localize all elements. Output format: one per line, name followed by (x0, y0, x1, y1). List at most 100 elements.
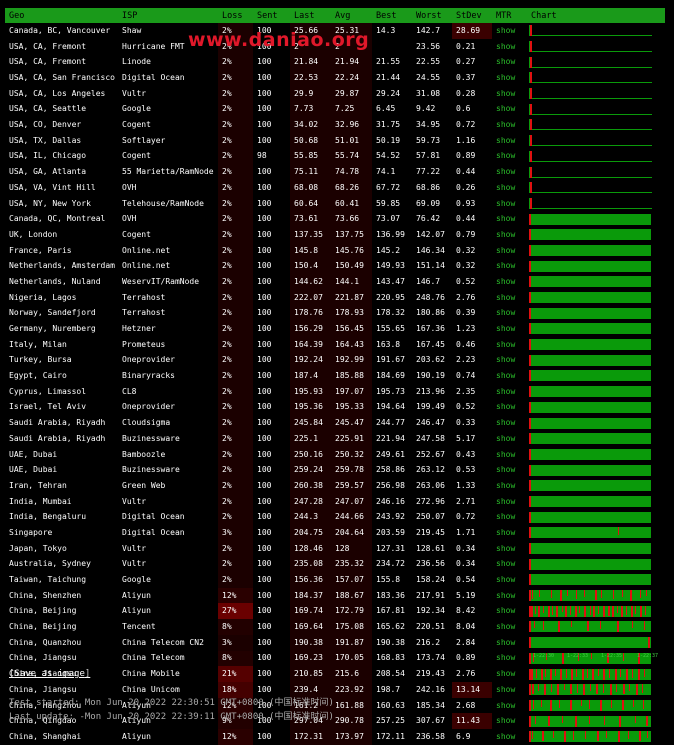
save-as-image-link[interactable]: [Save as image] (9, 669, 90, 679)
cell-mtr[interactable]: show (492, 70, 527, 86)
cell-mtr[interactable]: show (492, 541, 527, 557)
col-avg[interactable]: Avg (331, 8, 372, 23)
loss-marker (566, 668, 567, 678)
cell-best: 191.67 (376, 355, 405, 365)
cell-mtr[interactable]: show (492, 227, 527, 243)
cell-mtr[interactable]: show (492, 54, 527, 70)
cell-sent: 100 (257, 465, 272, 475)
cell-mtr[interactable]: show (492, 274, 527, 290)
cell-mtr[interactable]: show (492, 556, 527, 572)
cell-worst: 213.96 (416, 386, 445, 396)
cell-mtr[interactable]: show (492, 415, 527, 431)
cell-mtr[interactable]: show (492, 651, 527, 667)
table-row: UAE, Dubai Bamboozle 2% 100 250.16 250.32 249.… (5, 446, 665, 463)
loss-marker (613, 590, 614, 600)
col-geo[interactable]: Geo (5, 8, 118, 23)
cell-last: 225.1 (290, 430, 331, 447)
cell-mtr[interactable]: show (492, 572, 527, 588)
cell-stdev: 0.93 (456, 198, 476, 208)
cell-chart (527, 243, 665, 259)
cell-last: 260.38 (290, 477, 331, 494)
cell-mtr[interactable]: show (492, 509, 527, 525)
cell-mtr[interactable]: show (492, 290, 527, 306)
cell-mtr[interactable]: show (492, 164, 527, 180)
cell-chart (527, 211, 665, 227)
cell-mtr[interactable]: show (492, 243, 527, 259)
cell-loss: 2% (218, 38, 253, 55)
cell-mtr[interactable]: show (492, 635, 527, 651)
cell-mtr[interactable]: show (492, 321, 527, 337)
loss-marker (646, 590, 647, 597)
col-isp[interactable]: ISP (118, 8, 218, 23)
cell-mtr[interactable]: show (492, 211, 527, 227)
cell-geo: Turkey, Bursa (9, 355, 72, 365)
cell-geo: USA, CA, Los Angeles (9, 88, 106, 98)
cell-mtr[interactable]: show (492, 86, 527, 102)
cell-mtr[interactable]: show (492, 431, 527, 447)
cell-avg: 195.33 (331, 399, 372, 416)
cell-mtr[interactable]: show (492, 305, 527, 321)
cell-mtr[interactable]: show (492, 400, 527, 416)
cell-avg: 170.05 (331, 650, 372, 667)
col-stdev[interactable]: StDev (452, 8, 492, 23)
col-mtr[interactable]: MTR (492, 8, 527, 23)
cell-geo: Cyprus, Limassol (9, 386, 87, 396)
cell-best: 50.19 (376, 135, 401, 145)
cell-best: 198.7 (376, 684, 401, 694)
cell-mtr[interactable]: show (492, 101, 527, 117)
col-last[interactable]: Last (290, 8, 331, 23)
latency-sparkline (529, 715, 651, 727)
cell-mtr[interactable]: show (492, 494, 527, 510)
cell-mtr[interactable]: show (492, 619, 527, 635)
latency-sparkline (529, 166, 652, 178)
cell-mtr[interactable]: show (492, 23, 527, 39)
cell-mtr[interactable]: show (492, 39, 527, 55)
cell-mtr[interactable]: show (492, 133, 527, 149)
cell-mtr[interactable]: show (492, 462, 527, 478)
cell-mtr[interactable]: show (492, 337, 527, 353)
cell-mtr[interactable]: show (492, 666, 527, 682)
loss-marker (620, 668, 621, 677)
cell-mtr[interactable]: show (492, 368, 527, 384)
cell-mtr[interactable]: show (492, 149, 527, 165)
cell-mtr[interactable]: show (492, 713, 527, 729)
cell-avg: 250.32 (331, 446, 372, 463)
loss-marker (644, 621, 645, 631)
cell-mtr[interactable]: show (492, 729, 527, 745)
cell-worst: 59.73 (416, 135, 441, 145)
cell-mtr[interactable]: show (492, 447, 527, 463)
axis-label: 1-22:33 (567, 653, 589, 659)
cell-avg: 32.96 (331, 117, 372, 133)
cell-mtr[interactable]: show (492, 682, 527, 698)
cell-mtr[interactable]: show (492, 384, 527, 400)
cell-mtr[interactable]: show (492, 352, 527, 368)
loss-marker (529, 307, 531, 319)
cell-chart (527, 541, 665, 557)
cell-mtr[interactable]: show (492, 478, 527, 494)
loss-marker (584, 590, 585, 598)
cell-isp: Telehouse/RamNode (122, 198, 204, 208)
cell-loss: 2% (218, 211, 253, 227)
cell-best: 195.73 (376, 386, 405, 396)
cell-mtr[interactable]: show (492, 117, 527, 133)
col-loss[interactable]: Loss (218, 8, 253, 23)
table-row: Canada, BC, Vancouver Shaw 2% 100 25.66 25.31… (5, 23, 665, 39)
loss-marker (529, 213, 531, 225)
col-sent[interactable]: Sent (253, 8, 290, 23)
cell-loss: 21% (218, 666, 253, 682)
cell-avg: 191.87 (331, 634, 372, 651)
col-best[interactable]: Best (372, 8, 412, 23)
cell-isp: Aliyun (122, 731, 151, 741)
cell-stdev: 2.76 (456, 292, 476, 302)
cell-mtr[interactable]: show (492, 603, 527, 619)
cell-last: 156.29 (290, 321, 331, 337)
cell-mtr[interactable]: show (492, 180, 527, 196)
cell-mtr[interactable]: show (492, 196, 527, 212)
col-worst[interactable]: Worst (412, 8, 452, 23)
cell-stdev: 2.68 (456, 700, 476, 710)
cell-mtr[interactable]: show (492, 525, 527, 541)
cell-mtr[interactable]: show (492, 698, 527, 714)
cell-mtr[interactable]: show (492, 588, 527, 604)
cell-avg: 221.87 (331, 289, 372, 306)
cell-mtr[interactable]: show (492, 258, 527, 274)
